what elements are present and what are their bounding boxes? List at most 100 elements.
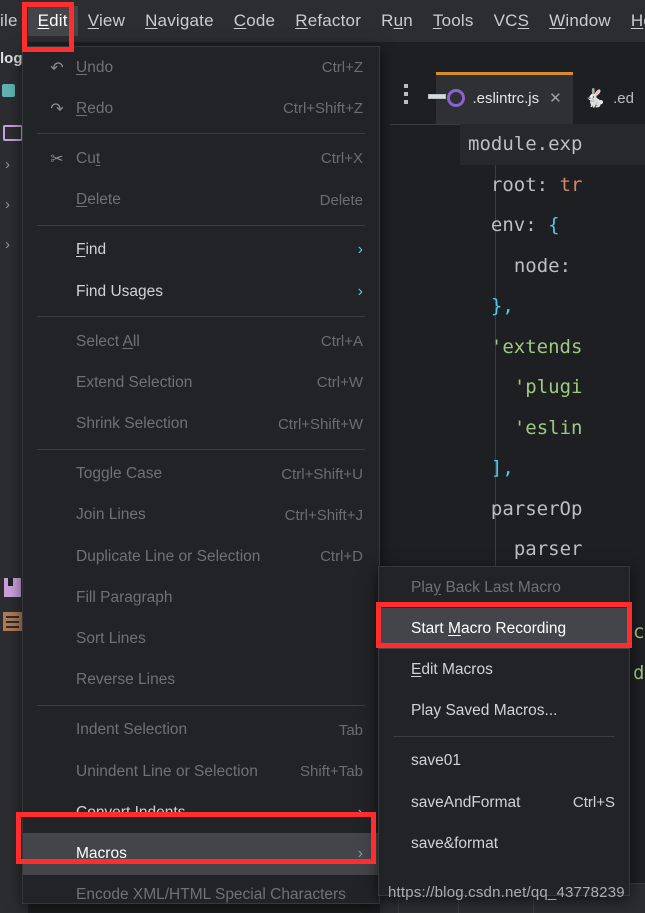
tree-expander-1[interactable]: › (5, 156, 10, 173)
menu-item-find-usages[interactable]: Find Usages › (23, 271, 379, 312)
code-text: node: (513, 254, 572, 277)
menu-item-extend-selection[interactable]: Extend Selection Ctrl+W (23, 362, 379, 403)
menu-item-join-lines[interactable]: Join Lines Ctrl+Shift+J (23, 495, 379, 536)
submenu-item-save-format[interactable]: save&format (379, 823, 629, 864)
menu-item-shortcut: Shift+Tab (300, 763, 363, 781)
menu-separator (37, 133, 365, 135)
project-icon (2, 84, 15, 97)
menu-item-duplicate-line[interactable]: Duplicate Line or Selection Ctrl+D (23, 536, 379, 577)
code-text: ], (490, 457, 514, 480)
menu-item-shrink-selection[interactable]: Shrink Selection Ctrl+Shift+W (23, 404, 379, 445)
menu-item-delete[interactable]: Delete Delete (23, 180, 379, 221)
menu-code[interactable]: Code (224, 6, 285, 36)
menu-item-label: Undo (76, 58, 114, 76)
close-icon[interactable]: ✕ (549, 89, 562, 107)
menu-item-label: Select All (76, 332, 140, 350)
menu-run[interactable]: Run (371, 6, 423, 36)
menu-help[interactable]: Help (621, 6, 645, 36)
menu-item-label: Join Lines (76, 506, 146, 524)
code-text: 'extends (490, 335, 583, 358)
terminal-icon-line2 (6, 621, 19, 623)
editor-tab-label-2: .ed (613, 89, 634, 107)
menu-vcs[interactable]: VCS (484, 6, 540, 36)
menu-item-find[interactable]: Find › (23, 230, 379, 271)
editorconfig-file-icon: 🐇 (583, 87, 607, 108)
submenu-item-edit-macros[interactable]: Edit Macros (379, 649, 629, 690)
menu-item-label: Sort Lines (76, 630, 146, 648)
menu-item-cut[interactable]: ✂ Cut Ctrl+X (23, 138, 379, 179)
menu-item-label: Macros (76, 844, 127, 862)
menu-item-label: Extend Selection (76, 373, 193, 391)
terminal-icon-line1 (6, 616, 19, 618)
minimize-icon[interactable] (428, 94, 446, 99)
submenu-item-label: Play Saved Macros... (411, 702, 558, 720)
menu-separator (37, 316, 365, 318)
folder-icon (3, 125, 23, 141)
menu-file[interactable]: ile (0, 6, 28, 36)
editor-tab-editorconfig[interactable]: 🐇 .ed (573, 72, 645, 124)
menu-item-sort-lines[interactable]: Sort Lines (23, 618, 379, 659)
menu-window[interactable]: Window (539, 6, 621, 36)
code-text: env: { (490, 214, 560, 237)
submenu-item-save01[interactable]: save01 (379, 741, 629, 782)
menu-item-shortcut: Ctrl+Z (321, 59, 363, 77)
cut-icon: ✂ (50, 150, 64, 168)
submenu-item-play-back-last-macro[interactable]: Play Back Last Macro (379, 567, 629, 608)
menu-item-shortcut: Ctrl+D (320, 548, 363, 566)
submenu-item-label: Start Macro Recording (411, 619, 567, 637)
menu-item-label: Find (76, 241, 107, 259)
menu-item-select-all[interactable]: Select All Ctrl+A (23, 321, 379, 362)
menu-view[interactable]: View (78, 6, 135, 36)
tree-expander-2[interactable]: › (5, 196, 10, 213)
menu-item-label: Fill Paragraph (76, 588, 173, 606)
submenu-item-play-saved-macros[interactable]: Play Saved Macros... (379, 691, 629, 732)
watermark-url: https://blog.csdn.net/qq_43778239 (388, 884, 625, 901)
menu-item-undo[interactable]: ↶ Undo Ctrl+Z (23, 47, 379, 88)
menu-tools[interactable]: Tools (423, 6, 484, 36)
bookmark-icon-notch (8, 578, 13, 586)
menu-item-shortcut: Delete (319, 191, 363, 209)
submenu-item-save-and-format[interactable]: saveAndFormat Ctrl+S (379, 782, 629, 823)
submenu-item-label: Play Back Last Macro (411, 578, 561, 596)
menu-item-shortcut: Ctrl+Shift+W (277, 415, 363, 433)
submenu-item-start-macro-recording[interactable]: Start Macro Recording (379, 608, 629, 650)
menu-item-shortcut: Tab (338, 721, 363, 739)
redo-icon: ↷ (50, 100, 64, 118)
menu-navigate[interactable]: Navigate (135, 6, 224, 36)
menu-bar: ile Edit View Navigate Code Refactor Run… (0, 0, 645, 42)
submenu-item-label: save&format (411, 834, 499, 852)
menu-item-reverse-lines[interactable]: Reverse Lines (23, 660, 379, 701)
menu-item-label: Duplicate Line or Selection (76, 547, 261, 565)
menu-item-label: Convert Indents (76, 803, 186, 821)
menu-item-label: Shrink Selection (76, 415, 189, 433)
submenu-item-label: save01 (411, 752, 461, 770)
menu-item-label: Delete (76, 191, 121, 209)
code-text: 'plugi (513, 376, 583, 399)
code-text: root: tr (490, 173, 583, 196)
chevron-right-icon: › (357, 844, 363, 862)
code-text: 'eslin (513, 416, 583, 439)
menu-item-macros[interactable]: Macros › (23, 833, 379, 875)
menu-item-shortcut: Ctrl+Shift+J (284, 506, 363, 524)
code-text: module.exp (468, 133, 583, 156)
terminal-icon-line3 (6, 626, 19, 628)
menu-item-unindent-line[interactable]: Unindent Line or Selection Shift+Tab (23, 751, 379, 792)
menu-refactor[interactable]: Refactor (285, 6, 371, 36)
edit-dropdown-menu: ↶ Undo Ctrl+Z ↷ Redo Ctrl+Shift+Z ✂ Cut Ctrl+X De… (22, 46, 380, 904)
menu-item-fill-paragraph[interactable]: Fill Paragraph (23, 577, 379, 618)
menu-item-toggle-case[interactable]: Toggle Case Ctrl+Shift+U (23, 454, 379, 495)
submenu-item-label: saveAndFormat (411, 793, 521, 811)
menu-item-indent-selection[interactable]: Indent Selection Tab (23, 710, 379, 751)
ide-window: log- Pr › › › .eslintrc.js ✕ 🐇 .ed (0, 0, 645, 913)
menu-item-convert-indents[interactable]: Convert Indents › (23, 792, 379, 833)
chevron-right-icon: › (357, 282, 363, 300)
more-vertical-icon[interactable] (404, 84, 408, 108)
menu-edit[interactable]: Edit (27, 6, 78, 36)
menu-item-label: Unindent Line or Selection (76, 762, 258, 780)
tree-expander-3[interactable]: › (5, 236, 10, 253)
menu-item-redo[interactable]: ↷ Redo Ctrl+Shift+Z (23, 88, 379, 129)
menu-item-encode-xml-html[interactable]: Encode XML/HTML Special Characters (23, 875, 379, 913)
menu-item-label: Encode XML/HTML Special Characters (76, 886, 346, 904)
editor-tab-label: .eslintrc.js (472, 89, 540, 107)
menu-item-shortcut: Ctrl+W (316, 374, 363, 392)
